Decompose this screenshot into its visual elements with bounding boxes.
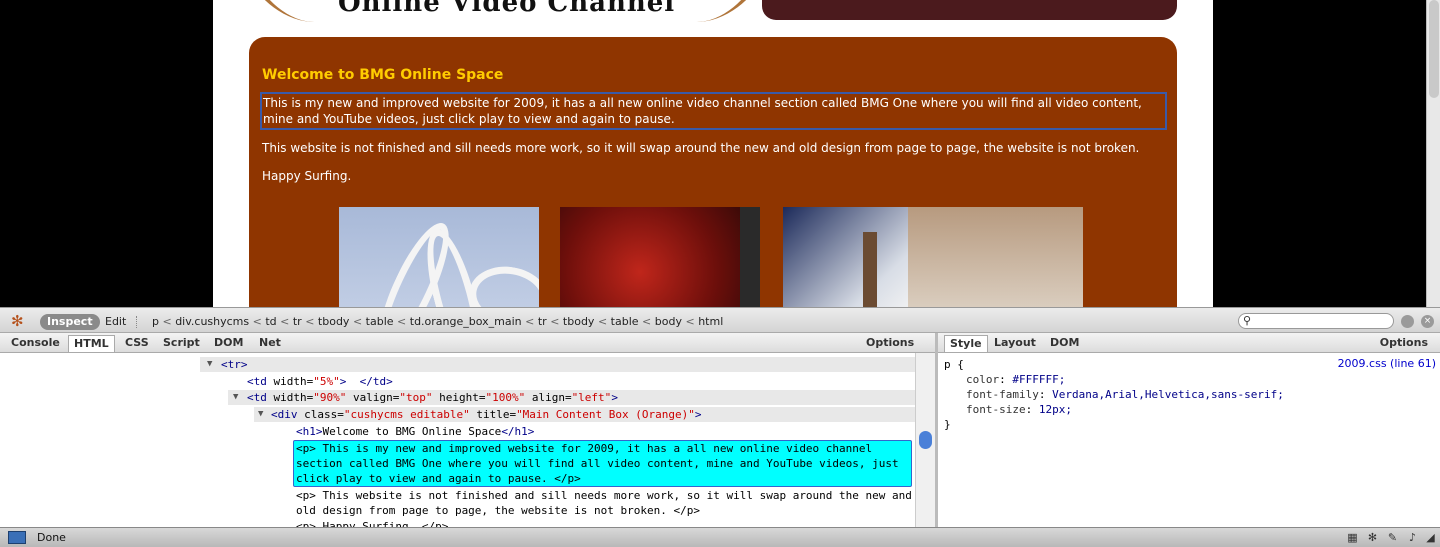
status-text: Done bbox=[37, 531, 66, 544]
expand-twisty-icon[interactable]: ▼ bbox=[233, 392, 238, 402]
breadcrumb-item[interactable]: td.orange_box_main bbox=[410, 315, 522, 328]
thumbnail-object bbox=[863, 232, 877, 307]
page-scrollbar[interactable] bbox=[1426, 0, 1440, 307]
banner-dark-box bbox=[762, 0, 1177, 20]
breadcrumb-item[interactable]: table bbox=[611, 315, 639, 328]
logo-arc-right bbox=[696, 0, 753, 22]
side-panel-tabbar: Style Layout DOM Options bbox=[938, 333, 1440, 353]
toolbar-separator bbox=[136, 316, 137, 328]
firebug-tabbar: Console HTML CSS Script DOM Net Options bbox=[0, 333, 935, 353]
tab-net[interactable]: Net bbox=[254, 335, 286, 352]
tree-node[interactable]: <tr> bbox=[221, 357, 248, 372]
tree-node[interactable]: <h1>Welcome to BMG Online Space</h1> bbox=[296, 424, 534, 439]
smoke-trail bbox=[464, 260, 539, 307]
page-scroll-thumb[interactable] bbox=[1429, 0, 1439, 98]
tab-css[interactable]: CSS bbox=[120, 335, 154, 352]
logo-title: Online Video Channel bbox=[338, 0, 676, 18]
tab-console[interactable]: Console bbox=[6, 335, 65, 352]
notice-paragraph: This website is not finished and sill ne… bbox=[262, 141, 1140, 155]
main-content-box: Welcome to BMG Online Space This is my n… bbox=[249, 37, 1177, 307]
breadcrumb-item[interactable]: tr bbox=[293, 315, 302, 328]
options-menu[interactable]: Options bbox=[866, 336, 914, 349]
search-icon: ⚲ bbox=[1243, 314, 1252, 327]
html-pane-scrollbar[interactable] bbox=[915, 353, 935, 527]
addon-icon[interactable]: ▦ bbox=[1345, 530, 1360, 545]
css-rule[interactable]: color: #FFFFFF; bbox=[966, 372, 1065, 387]
video-thumbnail-2[interactable] bbox=[560, 207, 760, 307]
breadcrumb-item[interactable]: html bbox=[698, 315, 723, 328]
style-pane: 2009.css (line 61) p { color: #FFFFFF; f… bbox=[938, 353, 1440, 527]
firebug-toolbar: ✻ Inspect Edit p < div.cushycms < td < t… bbox=[0, 307, 1440, 333]
tree-node[interactable]: <p> This website is not finished and sil… bbox=[296, 488, 912, 503]
breadcrumb-item[interactable]: tbody bbox=[318, 315, 350, 328]
tree-node[interactable]: <td width="5%"> </td> bbox=[247, 374, 393, 389]
side-options-menu[interactable]: Options bbox=[1380, 336, 1428, 349]
selected-node-line[interactable]: click play to view and again to pause. <… bbox=[296, 471, 581, 486]
browser-page: Online Video Channel Welcome to BMG Onli… bbox=[0, 0, 1440, 307]
expand-twisty-icon[interactable]: ▼ bbox=[258, 409, 263, 419]
welcome-heading: Welcome to BMG Online Space bbox=[262, 67, 504, 83]
tab-dom[interactable]: DOM bbox=[209, 335, 248, 352]
status-bar: Done ▦ ✻ ✎ ♪ ◢ bbox=[0, 527, 1440, 547]
website-canvas: Online Video Channel Welcome to BMG Onli… bbox=[213, 0, 1213, 307]
tab-style[interactable]: Style bbox=[944, 335, 988, 352]
tab-script[interactable]: Script bbox=[158, 335, 205, 352]
breadcrumb: p < div.cushycms < td < tr < tbody < tab… bbox=[152, 315, 724, 328]
selected-node-line[interactable]: <p> This is my new and improved website … bbox=[296, 441, 872, 456]
intro-paragraph[interactable]: This is my new and improved website for … bbox=[260, 92, 1167, 130]
status-connection-icon bbox=[8, 531, 26, 544]
css-close-brace: } bbox=[944, 418, 951, 431]
firebug-status-icon[interactable]: ✻ bbox=[1365, 530, 1380, 545]
thumbnail-film-strip bbox=[740, 207, 760, 307]
firebug-panel: ✻ Inspect Edit p < div.cushycms < td < t… bbox=[0, 307, 1440, 527]
tree-node[interactable]: <td width="90%" valign="top" height="100… bbox=[247, 390, 618, 405]
video-thumbnail-3[interactable] bbox=[783, 207, 1083, 307]
breadcrumb-item[interactable]: td bbox=[265, 315, 276, 328]
tab-layout[interactable]: Layout bbox=[989, 335, 1041, 352]
thumbnail-scene bbox=[908, 207, 1083, 307]
tree-node[interactable]: old design from page to page, the websit… bbox=[296, 503, 700, 518]
edit-button[interactable]: Edit bbox=[105, 315, 126, 328]
close-icon[interactable]: × bbox=[1421, 315, 1434, 328]
firebug-bug-icon[interactable]: ✻ bbox=[11, 312, 31, 330]
firebug-search-input[interactable]: ⚲ bbox=[1238, 313, 1394, 329]
logo-arc-left bbox=[253, 0, 325, 22]
tab-html[interactable]: HTML bbox=[68, 335, 115, 352]
tree-row-tr[interactable] bbox=[200, 357, 915, 372]
tree-node-partial[interactable]: <p> Happy Surfing. </p> bbox=[296, 519, 448, 527]
twitter-icon[interactable]: ♪ bbox=[1405, 530, 1420, 545]
breadcrumb-item[interactable]: p bbox=[152, 315, 159, 328]
tree-node[interactable]: <div class="cushycms editable" title="Ma… bbox=[271, 407, 702, 422]
css-source-link[interactable]: 2009.css (line 61) bbox=[1338, 357, 1436, 370]
selected-node-line[interactable]: section called BMG One where you will fi… bbox=[296, 456, 899, 471]
breadcrumb-item[interactable]: body bbox=[655, 315, 682, 328]
css-rule[interactable]: font-family: Verdana,Arial,Helvetica,san… bbox=[966, 387, 1284, 402]
breadcrumb-item[interactable]: div.cushycms bbox=[175, 315, 249, 328]
css-rule[interactable]: font-size: 12px; bbox=[966, 402, 1072, 417]
breadcrumb-item[interactable]: tbody bbox=[563, 315, 595, 328]
site-logo-banner: Online Video Channel bbox=[253, 0, 753, 22]
resize-grip-icon[interactable]: ◢ bbox=[1423, 530, 1438, 545]
expand-twisty-icon[interactable]: ▼ bbox=[207, 359, 212, 369]
signoff-paragraph: Happy Surfing. bbox=[262, 169, 352, 183]
tab-side-dom[interactable]: DOM bbox=[1045, 335, 1084, 352]
html-pane-scroll-thumb[interactable] bbox=[919, 431, 932, 449]
html-tree-pane: ▼ <tr> <td width="5%"> </td> ▼ <td width… bbox=[0, 353, 915, 527]
breadcrumb-item[interactable]: table bbox=[366, 315, 394, 328]
video-thumbnail-1[interactable] bbox=[339, 207, 539, 307]
tools-icon[interactable]: ✎ bbox=[1385, 530, 1400, 545]
minimize-icon[interactable] bbox=[1401, 315, 1414, 328]
breadcrumb-item[interactable]: tr bbox=[538, 315, 547, 328]
css-selector[interactable]: p { bbox=[944, 357, 964, 372]
inspect-button[interactable]: Inspect bbox=[40, 314, 100, 330]
